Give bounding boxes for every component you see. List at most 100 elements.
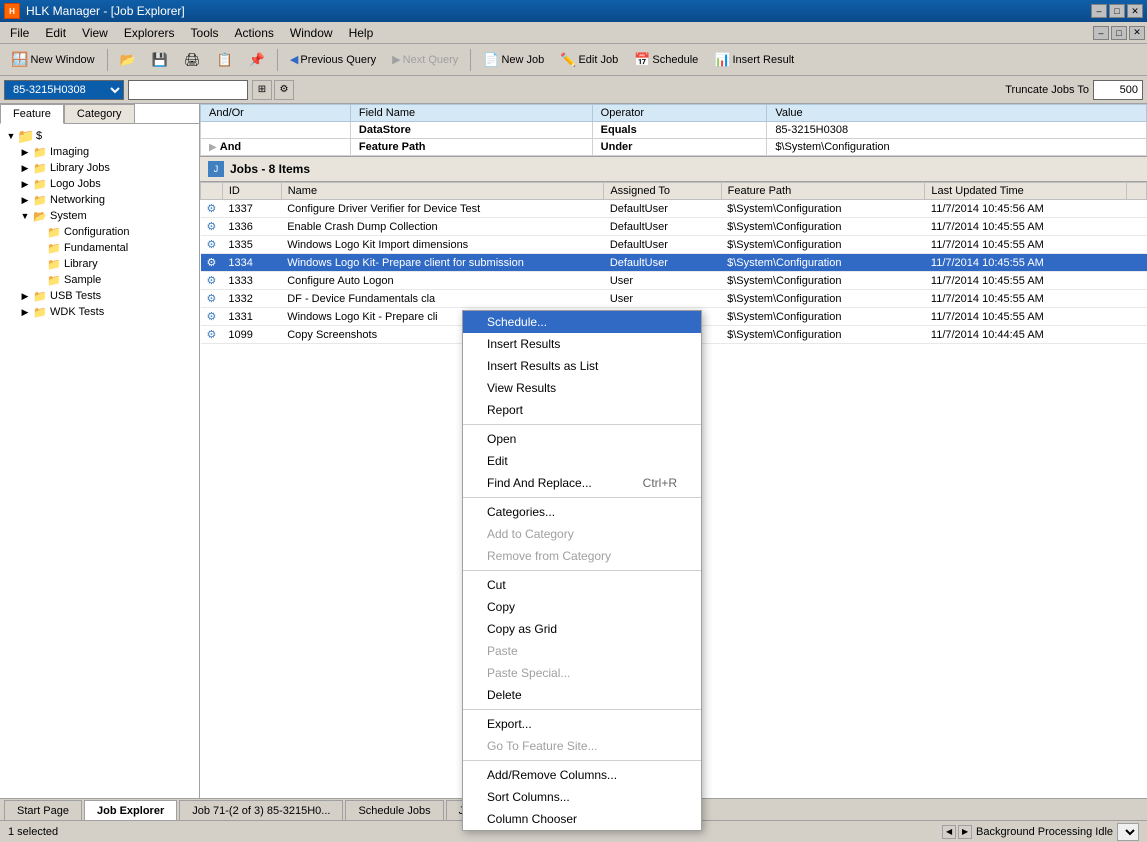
new-job-button[interactable]: 📄 New Job bbox=[476, 48, 551, 72]
tree-item-wdk-tests[interactable]: ▶ 📁 WDK Tests bbox=[4, 304, 195, 320]
ctx-paste[interactable]: Paste bbox=[463, 640, 701, 662]
jobs-col-id[interactable]: ID bbox=[222, 183, 281, 200]
job-updated: 11/7/2014 10:44:45 AM bbox=[925, 326, 1127, 344]
menu-explorers[interactable]: Explorers bbox=[116, 24, 183, 42]
tree-item-system[interactable]: ▼ 📂 System bbox=[4, 208, 195, 224]
query-settings-icon[interactable]: ⚙ bbox=[274, 80, 294, 100]
ctx-paste-special[interactable]: Paste Special... bbox=[463, 662, 701, 684]
ctx-export[interactable]: Export... bbox=[463, 713, 701, 735]
ctx-sep-2 bbox=[463, 497, 701, 498]
query-dropdown[interactable]: 85-3215H0308 bbox=[4, 80, 124, 100]
app-icon: H bbox=[4, 3, 20, 19]
ctx-copy[interactable]: Copy bbox=[463, 596, 701, 618]
job-row-1334[interactable]: ⚙ 1334 Windows Logo Kit- Prepare client … bbox=[201, 254, 1147, 272]
mdi-maximize[interactable]: □ bbox=[1111, 26, 1127, 40]
cond1-operator: Equals bbox=[592, 122, 767, 139]
job-row-1336[interactable]: ⚙ 1336 Enable Crash Dump Collection Defa… bbox=[201, 218, 1147, 236]
menu-file[interactable]: File bbox=[2, 24, 37, 42]
print-button[interactable]: 🖨 bbox=[177, 48, 208, 72]
nav-right[interactable]: ▶ bbox=[958, 825, 972, 839]
jobs-col-updated[interactable]: Last Updated Time bbox=[925, 183, 1127, 200]
ctx-cut[interactable]: Cut bbox=[463, 574, 701, 596]
tree-item-sample[interactable]: 📁 Sample bbox=[4, 272, 195, 288]
ctx-column-chooser[interactable]: Column Chooser bbox=[463, 808, 701, 830]
paste-button[interactable]: 📌 bbox=[242, 48, 272, 72]
job-row-1332[interactable]: ⚙ 1332 DF - Device Fundamentals cla User… bbox=[201, 290, 1147, 308]
menu-tools[interactable]: Tools bbox=[183, 24, 227, 42]
ctx-view-results[interactable]: View Results bbox=[463, 377, 701, 399]
tab-schedule-jobs[interactable]: Schedule Jobs bbox=[345, 800, 443, 820]
insert-result-button[interactable]: 📊 Insert Result bbox=[707, 48, 801, 72]
tree-item-fundamental[interactable]: 📁 Fundamental bbox=[4, 240, 195, 256]
job-path: $\System\Configuration bbox=[721, 218, 925, 236]
previous-query-button[interactable]: ◀ Previous Query bbox=[283, 48, 383, 72]
ctx-insert-results-list[interactable]: Insert Results as List bbox=[463, 355, 701, 377]
query-input[interactable] bbox=[128, 80, 248, 100]
tree-item-usb-tests[interactable]: ▶ 📁 USB Tests bbox=[4, 288, 195, 304]
next-query-button[interactable]: ▶ Next Query bbox=[385, 48, 465, 72]
truncate-input[interactable] bbox=[1093, 80, 1143, 100]
new-window-button[interactable]: 🪟 New Window bbox=[4, 48, 102, 72]
configuration-folder-icon: 📁 bbox=[46, 225, 62, 239]
tree-item-library[interactable]: 📁 Library bbox=[4, 256, 195, 272]
status-dropdown[interactable] bbox=[1117, 823, 1139, 841]
menu-view[interactable]: View bbox=[74, 24, 116, 42]
tab-start-page[interactable]: Start Page bbox=[4, 800, 82, 820]
ctx-open[interactable]: Open bbox=[463, 428, 701, 450]
ctx-copy-grid[interactable]: Copy as Grid bbox=[463, 618, 701, 640]
minimize-button[interactable]: – bbox=[1091, 4, 1107, 18]
ctx-delete[interactable]: Delete bbox=[463, 684, 701, 706]
open-button[interactable]: 📂 bbox=[113, 48, 143, 72]
tab-category[interactable]: Category bbox=[64, 104, 135, 123]
job-row-1337[interactable]: ⚙ 1337 Configure Driver Verifier for Dev… bbox=[201, 200, 1147, 218]
job-assigned: DefaultUser bbox=[604, 200, 721, 218]
tree-item-configuration[interactable]: 📁 Configuration bbox=[4, 224, 195, 240]
copy-button[interactable]: 📋 bbox=[210, 48, 240, 72]
tree-item-library-jobs[interactable]: ▶ 📁 Library Jobs bbox=[4, 160, 195, 176]
ctx-sort-columns[interactable]: Sort Columns... bbox=[463, 786, 701, 808]
mdi-minimize[interactable]: – bbox=[1093, 26, 1109, 40]
tree-item-imaging[interactable]: ▶ 📁 Imaging bbox=[4, 144, 195, 160]
jobs-col-name[interactable]: Name bbox=[281, 183, 604, 200]
tree-item-networking[interactable]: ▶ 📁 Networking bbox=[4, 192, 195, 208]
job-updated: 11/7/2014 10:45:56 AM bbox=[925, 200, 1127, 218]
cond2-andor: ▶ And bbox=[201, 139, 351, 156]
menu-actions[interactable]: Actions bbox=[227, 24, 282, 42]
job-row-icon: ⚙ bbox=[207, 275, 217, 287]
tree-item-logo-jobs[interactable]: ▶ 📁 Logo Jobs bbox=[4, 176, 195, 192]
menu-help[interactable]: Help bbox=[341, 24, 382, 42]
job-row-1333[interactable]: ⚙ 1333 Configure Auto Logon User $\Syste… bbox=[201, 272, 1147, 290]
ctx-find-replace[interactable]: Find And Replace...Ctrl+R bbox=[463, 472, 701, 494]
imaging-folder-icon: 📁 bbox=[32, 145, 48, 159]
job-row-1335[interactable]: ⚙ 1335 Windows Logo Kit Import dimension… bbox=[201, 236, 1147, 254]
tab-feature[interactable]: Feature bbox=[0, 104, 64, 124]
edit-job-button[interactable]: ✏️ Edit Job bbox=[553, 48, 625, 72]
ctx-categories[interactable]: Categories... bbox=[463, 501, 701, 523]
menu-window[interactable]: Window bbox=[282, 24, 341, 42]
maximize-button[interactable]: □ bbox=[1109, 4, 1125, 18]
ctx-edit[interactable]: Edit bbox=[463, 450, 701, 472]
tree-item-root[interactable]: ▼ 📁 $ bbox=[4, 128, 195, 144]
tab-job-71[interactable]: Job 71-(2 of 3) 85-3215H0... bbox=[179, 800, 343, 820]
ctx-report[interactable]: Report bbox=[463, 399, 701, 421]
ctx-schedule[interactable]: Schedule... bbox=[463, 311, 701, 333]
nav-left[interactable]: ◀ bbox=[942, 825, 956, 839]
schedule-button[interactable]: 📅 Schedule bbox=[627, 48, 705, 72]
job-path: $\System\Configuration bbox=[721, 254, 925, 272]
jobs-col-assigned[interactable]: Assigned To bbox=[604, 183, 721, 200]
mdi-close[interactable]: ✕ bbox=[1129, 26, 1145, 40]
fundamental-folder-icon: 📁 bbox=[46, 241, 62, 255]
close-button[interactable]: ✕ bbox=[1127, 4, 1143, 18]
jobs-col-path[interactable]: Feature Path bbox=[721, 183, 925, 200]
ctx-remove-category[interactable]: Remove from Category bbox=[463, 545, 701, 567]
menu-edit[interactable]: Edit bbox=[37, 24, 74, 42]
ctx-insert-results[interactable]: Insert Results bbox=[463, 333, 701, 355]
save-button[interactable]: 💾 bbox=[145, 48, 175, 72]
job-id: 1099 bbox=[222, 326, 281, 344]
ctx-add-category[interactable]: Add to Category bbox=[463, 523, 701, 545]
query-grid-icon[interactable]: ⊞ bbox=[252, 80, 272, 100]
ctx-go-feature-site[interactable]: Go To Feature Site... bbox=[463, 735, 701, 757]
ctx-add-remove-columns[interactable]: Add/Remove Columns... bbox=[463, 764, 701, 786]
tab-job-explorer[interactable]: Job Explorer bbox=[84, 800, 177, 820]
expand-root: ▼ bbox=[4, 131, 18, 141]
